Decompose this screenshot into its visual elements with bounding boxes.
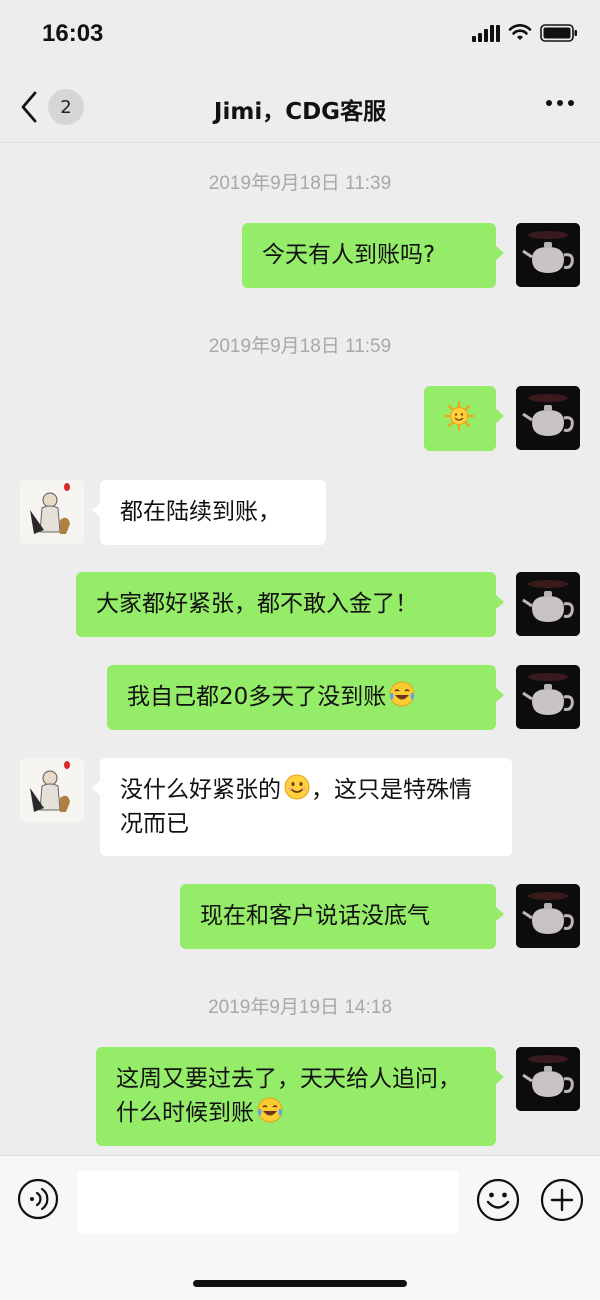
message-text: 今天有人到账吗? bbox=[262, 242, 436, 268]
message-text: 现在和客户说话没底气 bbox=[200, 903, 430, 929]
teapot-avatar-image bbox=[516, 665, 580, 729]
message-timestamp: 2019年9月18日 11:39 bbox=[208, 173, 392, 194]
monk-avatar-image bbox=[20, 480, 84, 544]
more-dot-icon bbox=[546, 100, 552, 106]
input-bar bbox=[0, 1155, 600, 1300]
message-timestamp: 2019年9月18日 11:59 bbox=[208, 336, 392, 357]
add-attachment-icon[interactable] bbox=[540, 1178, 584, 1222]
sun-emoji-icon bbox=[444, 401, 474, 431]
message-bubble-other[interactable]: 都在陆续到账， bbox=[92, 480, 326, 545]
message-text: 我自己都20多天了没到账 bbox=[127, 684, 387, 710]
message-bubble-other[interactable]: 没什么好紧张的 ，这只是特殊情况而已 bbox=[92, 758, 512, 856]
home-indicator[interactable] bbox=[193, 1280, 407, 1287]
emoji-picker-icon[interactable] bbox=[476, 1178, 520, 1222]
smile-emoji-icon bbox=[284, 774, 310, 800]
message-bubble-self[interactable]: 这周又要过去了，天天给人追问，什么时候到账 bbox=[96, 1047, 504, 1146]
message-text: 都在陆续到账， bbox=[120, 499, 281, 525]
chat-header: 2 Jimi，CDG客服 bbox=[0, 72, 600, 143]
self-avatar[interactable] bbox=[516, 223, 580, 287]
status-time: 16:03 bbox=[42, 20, 104, 47]
teapot-avatar-image bbox=[516, 1047, 580, 1111]
more-dot-icon bbox=[557, 100, 563, 106]
contact-avatar[interactable] bbox=[20, 480, 84, 544]
message-bubble-self[interactable] bbox=[424, 386, 504, 451]
message-timestamp: 2019年9月19日 14:18 bbox=[208, 997, 392, 1018]
laugh-cry-emoji-icon bbox=[257, 1097, 283, 1123]
laugh-cry-emoji-icon bbox=[389, 681, 415, 707]
message-text: 这周又要过去了，天天给人追问，什么时候到账 bbox=[116, 1066, 461, 1126]
message-bubble-self[interactable]: 我自己都20多天了没到账 bbox=[107, 665, 504, 730]
voice-input-icon[interactable] bbox=[17, 1178, 59, 1220]
signal-icon bbox=[472, 25, 500, 42]
teapot-avatar-image bbox=[516, 386, 580, 450]
message-bubble-self[interactable]: 现在和客户说话没底气 bbox=[180, 884, 504, 949]
more-options-button[interactable] bbox=[546, 100, 574, 106]
message-text: 大家都好紧张，都不敢入金了！ bbox=[96, 591, 418, 617]
teapot-avatar-image bbox=[516, 572, 580, 636]
self-avatar[interactable] bbox=[516, 665, 580, 729]
status-bar: 16:03 bbox=[0, 0, 600, 72]
self-avatar[interactable] bbox=[516, 1047, 580, 1111]
self-avatar[interactable] bbox=[516, 572, 580, 636]
more-dot-icon bbox=[568, 100, 574, 106]
monk-avatar-image bbox=[20, 758, 84, 822]
self-avatar[interactable] bbox=[516, 386, 580, 450]
teapot-avatar-image bbox=[516, 884, 580, 948]
message-list[interactable]: 2019年9月18日 11:39 今天有人到账吗? 2019年9月18日 11:… bbox=[0, 143, 600, 1154]
contact-avatar[interactable] bbox=[20, 758, 84, 822]
self-avatar[interactable] bbox=[516, 884, 580, 948]
teapot-avatar-image bbox=[516, 223, 580, 287]
battery-icon bbox=[540, 24, 577, 42]
message-text: 没什么好紧张的 bbox=[120, 777, 281, 803]
status-icons bbox=[472, 24, 578, 42]
message-input[interactable] bbox=[77, 1171, 459, 1234]
message-bubble-self[interactable]: 大家都好紧张，都不敢入金了！ bbox=[76, 572, 504, 637]
wifi-icon bbox=[508, 24, 532, 40]
chat-title: Jimi，CDG客服 bbox=[213, 99, 387, 125]
message-bubble-self[interactable]: 今天有人到账吗? bbox=[242, 223, 504, 288]
